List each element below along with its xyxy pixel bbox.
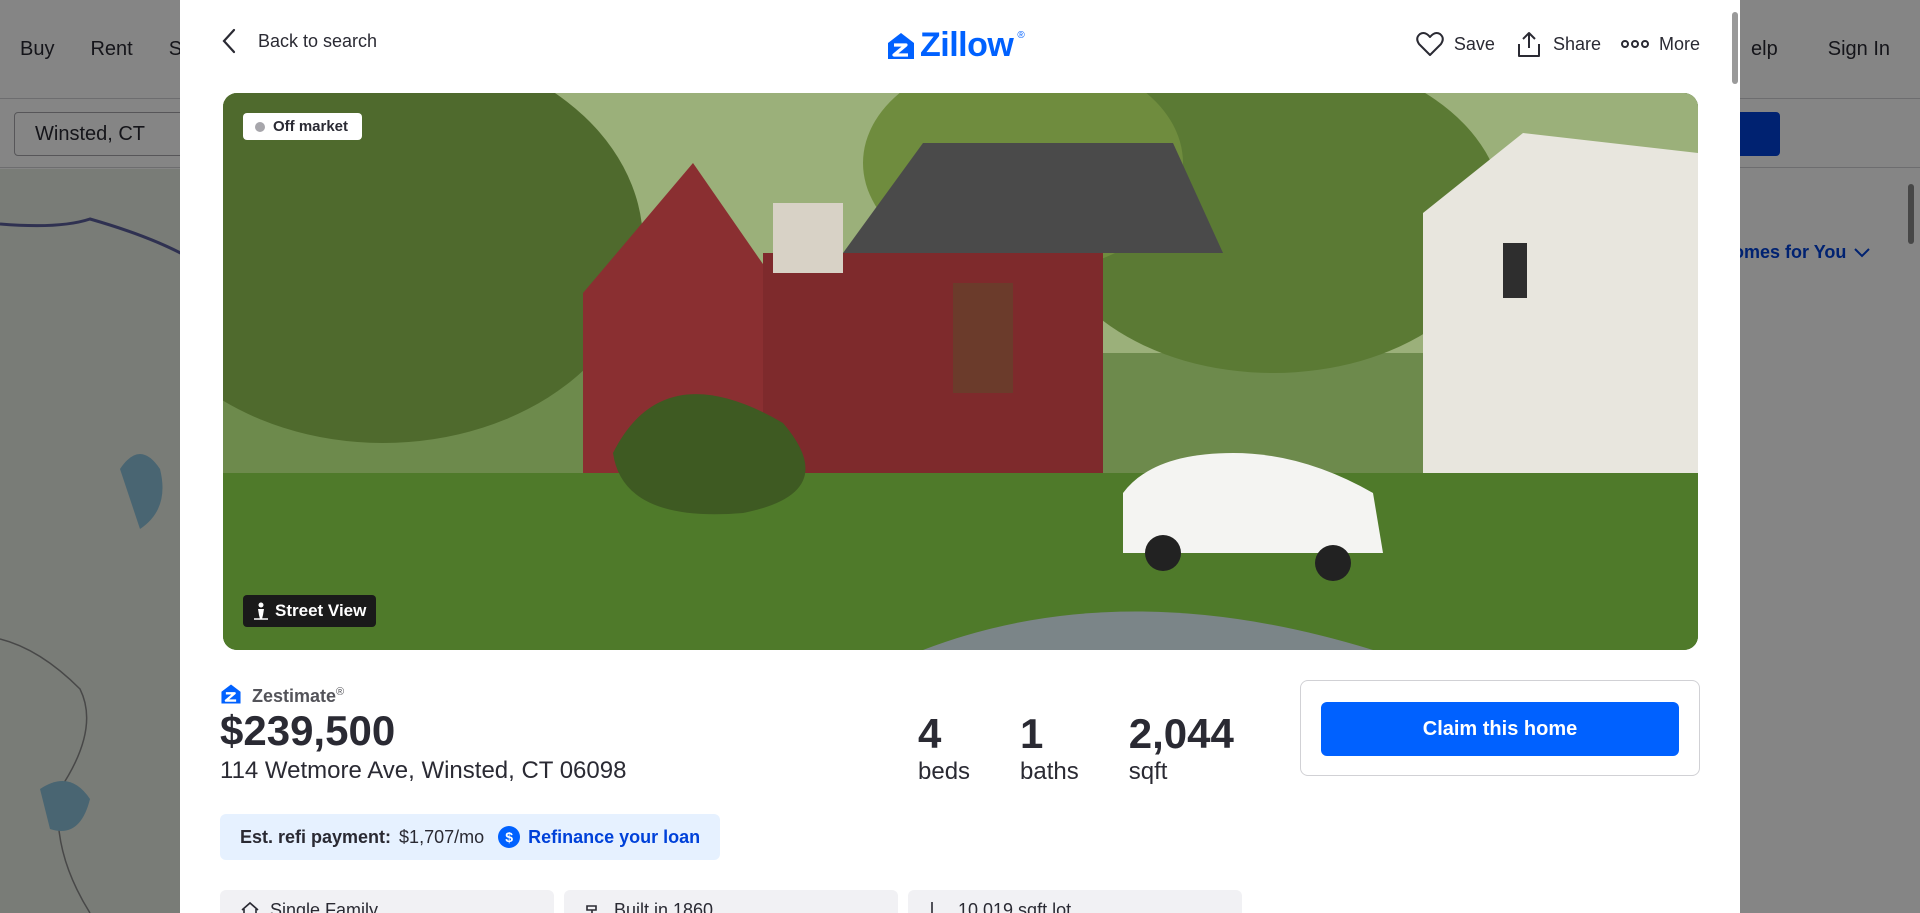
fact-lot-size-label: 10,019 sqft lot	[958, 900, 1072, 913]
property-stats: 4 beds 1 baths 2,044 sqft	[918, 712, 1234, 786]
baths-stat: 1 baths	[1020, 712, 1079, 786]
facts-row: Single Family Built in 1860 10,019 sqft …	[220, 890, 1242, 913]
beds-stat: 4 beds	[918, 712, 970, 786]
street-view-label: Street View	[275, 601, 367, 620]
save-label: Save	[1453, 33, 1495, 54]
zillow-logo-text: Zillow	[920, 26, 1014, 64]
save-button[interactable]: Save	[1416, 30, 1495, 58]
property-photo[interactable]: Off market Street View	[223, 93, 1698, 650]
share-label: Share	[1552, 33, 1601, 54]
fact-home-type: Single Family	[220, 890, 554, 913]
back-to-search-label: Back to search	[258, 30, 378, 51]
price-summary: Zestimate® $239,500 114 Wetmore Ave, Win…	[220, 680, 626, 785]
share-button[interactable]: Share	[1515, 30, 1601, 58]
dollar-icon: $	[498, 826, 521, 848]
off-market-badge: Off market	[243, 113, 363, 140]
chevron-left-icon	[222, 28, 236, 54]
house-photo-illustration	[223, 93, 1698, 650]
beds-value: 4	[918, 710, 942, 757]
zillow-mark-icon	[221, 683, 241, 704]
sqft-stat: 2,044 sqft	[1129, 712, 1234, 786]
claim-this-home-button[interactable]: Claim this home	[1321, 702, 1679, 756]
share-icon	[1517, 32, 1540, 57]
zestimate-row: Zestimate®	[220, 680, 626, 707]
zestimate-price: $239,500	[220, 707, 396, 754]
status-dot	[255, 121, 265, 132]
refi-label: Est. refi payment:	[240, 826, 392, 847]
sqft-label: sqft	[1128, 758, 1168, 785]
zestimate-text: Zestimate	[252, 686, 337, 706]
house-icon	[241, 901, 259, 913]
more-label: More	[1658, 33, 1700, 54]
refi-value: $1,707/mo	[399, 826, 485, 847]
fact-lot-size: 10,019 sqft lot	[908, 890, 1242, 913]
zestimate-reg: ®	[336, 686, 345, 698]
back-to-search-link[interactable]: Back to search	[222, 28, 377, 54]
claim-card: Claim this home	[1300, 680, 1700, 776]
fact-year-built-label: Built in 1860	[614, 900, 714, 913]
fact-home-type-label: Single Family	[270, 900, 379, 913]
hammer-icon	[586, 905, 597, 913]
modal-topbar: Back to search Zillow ® Save Share More	[180, 0, 1740, 92]
street-view-button[interactable]: Street View	[243, 595, 377, 627]
more-button[interactable]: More	[1620, 30, 1700, 58]
fact-year-built: Built in 1860	[564, 890, 898, 913]
pegman-icon	[254, 602, 268, 620]
ruler-icon	[931, 902, 933, 913]
sqft-value: 2,044	[1128, 710, 1234, 757]
refi-banner: Est. refi payment: $1,707/mo $ Refinance…	[220, 814, 721, 860]
beds-label: beds	[918, 758, 971, 785]
zillow-logo-reg: ®	[1017, 30, 1025, 41]
more-dots-icon	[1620, 40, 1649, 48]
zillow-logo[interactable]: Zillow ®	[886, 26, 1025, 65]
off-market-label: Off market	[273, 118, 349, 135]
baths-value: 1	[1020, 710, 1044, 757]
heart-icon	[1416, 32, 1444, 56]
property-modal: Back to search Zillow ® Save Share More	[180, 0, 1740, 913]
zillow-logo-icon	[888, 32, 914, 59]
baths-label: baths	[1020, 758, 1079, 785]
modal-actions: Save Share More	[1416, 30, 1700, 58]
zestimate-label[interactable]: Zestimate®	[252, 686, 344, 707]
property-address: 114 Wetmore Ave, Winsted, CT 06098	[220, 757, 627, 784]
refinance-link[interactable]: Refinance your loan	[528, 827, 700, 848]
